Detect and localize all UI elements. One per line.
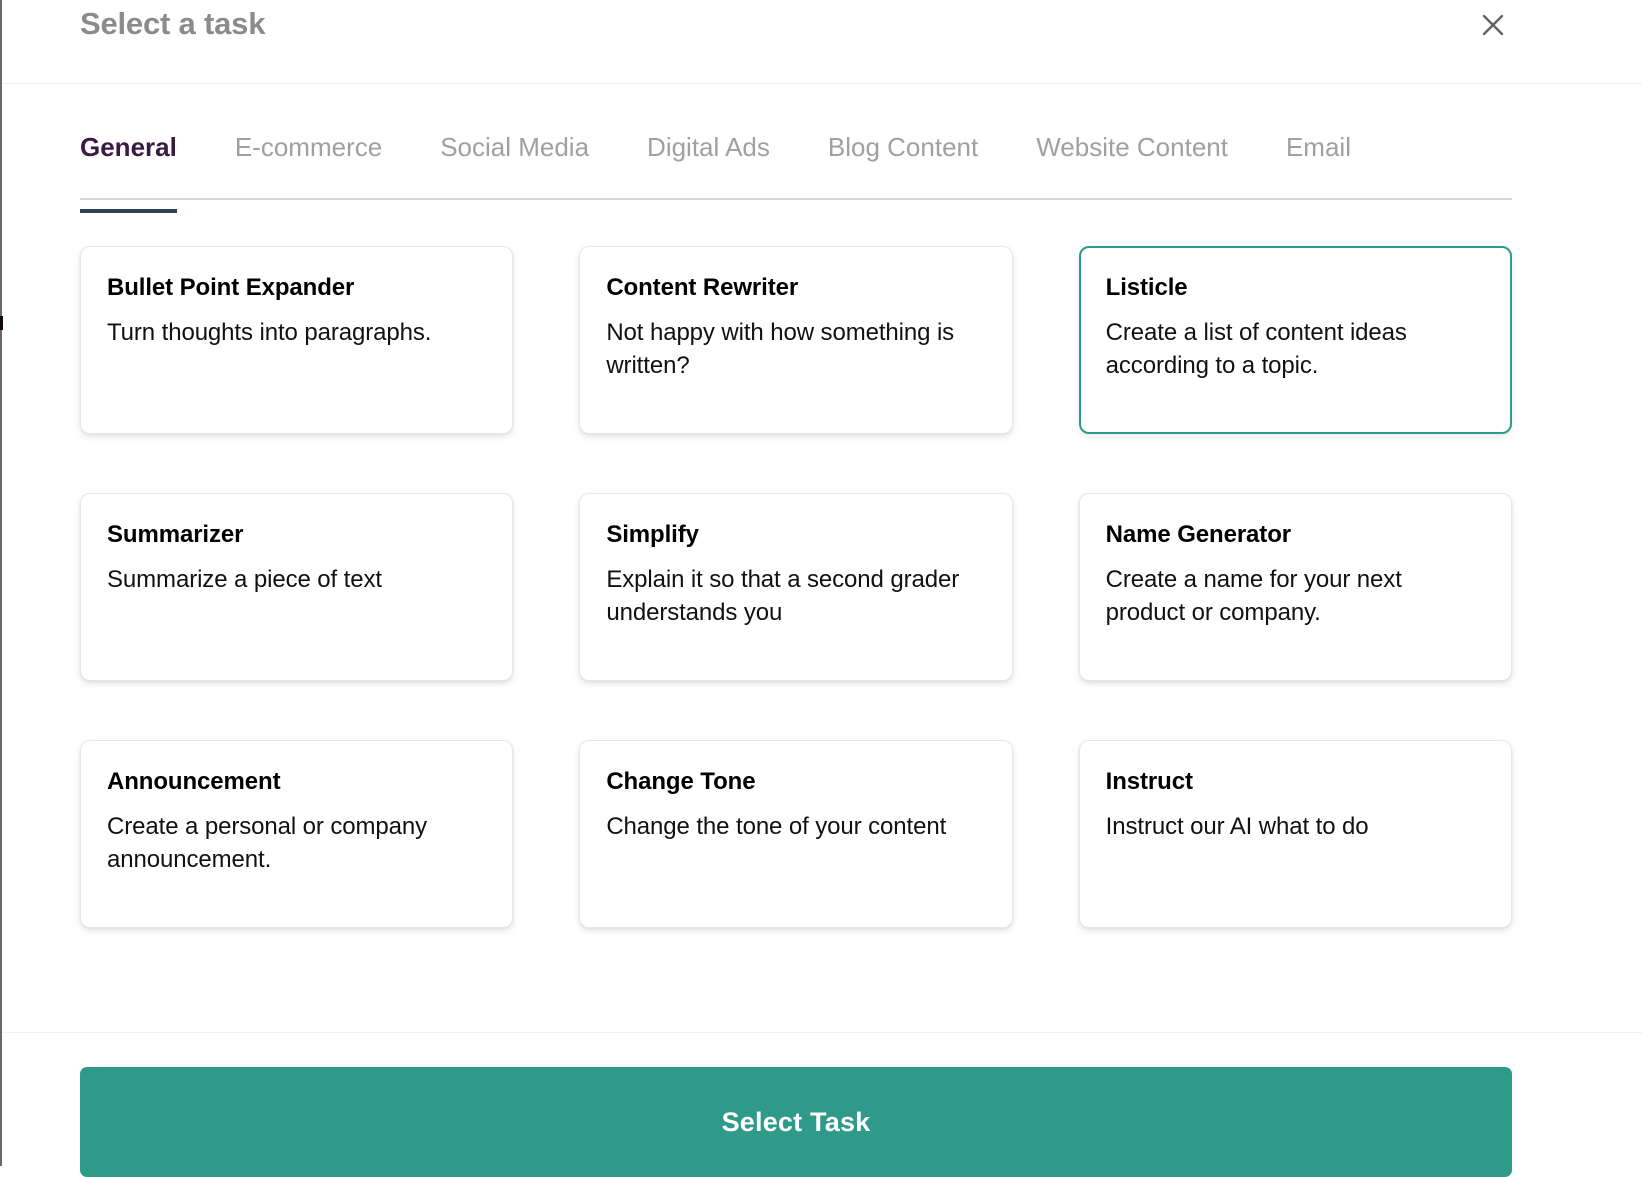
task-card[interactable]: Simplify Explain it so that a second grad… (579, 493, 1013, 681)
tab-e-commerce[interactable]: E-commerce (206, 131, 411, 163)
tab-social-media[interactable]: Social Media (411, 131, 618, 163)
task-card-description: Create a name for your next product or c… (1105, 566, 1402, 626)
task-card-grid: Bullet Point Expander Turn thoughts into … (80, 246, 1512, 928)
tab-blog-content[interactable]: Blog Content (799, 131, 1007, 163)
task-card[interactable]: Bullet Point Expander Turn thoughts into … (80, 246, 514, 434)
modal-footer: Select Task (0, 1032, 1642, 1177)
task-card[interactable]: Change Tone Change the tone of your conte… (579, 740, 1013, 928)
tab-website-content[interactable]: Website Content (1007, 131, 1257, 163)
tab-digital-ads[interactable]: Digital Ads (618, 131, 799, 163)
task-card-title: Instruct (1105, 768, 1193, 795)
task-card-title: Announcement (107, 768, 281, 795)
tab-list: General E-commerce Social Media Digital Ads… (0, 131, 1642, 213)
task-card-description: Create a list of content ideas according… (1105, 319, 1407, 379)
task-card-title: Content Rewriter (606, 274, 799, 301)
task-card-title: Bullet Point Expander (107, 274, 355, 301)
task-card-description: Change the tone of your content (606, 813, 947, 840)
task-card[interactable]: Instruct Instruct our AI what to do (1078, 740, 1512, 928)
left-edge-rail (0, 0, 2, 1166)
task-card-title: Change Tone (606, 768, 756, 795)
task-card-description: Not happy with how something is written? (606, 319, 955, 379)
tab-bar: General E-commerce Social Media Digital Ads… (0, 84, 1642, 213)
task-card[interactable]: Listicle Create a list of content ideas a… (1078, 246, 1512, 434)
task-card[interactable]: Summarizer Summarize a piece of text (80, 493, 514, 681)
task-grid-area: Bullet Point Expander Turn thoughts into … (0, 200, 1642, 1032)
task-card[interactable]: Content Rewriter Not happy with how somet… (579, 246, 1013, 434)
close-icon[interactable] (1476, 8, 1510, 42)
task-card-title: Name Generator (1105, 521, 1291, 548)
task-card-description: Create a personal or company announcemen… (107, 813, 428, 873)
modal-header: Select a task (0, 0, 1642, 84)
task-card[interactable]: Name Generator Create a name for your nex… (1078, 493, 1512, 681)
task-card-title: Listicle (1105, 274, 1188, 301)
tab-email[interactable]: Email (1257, 131, 1380, 163)
task-card-title: Simplify (606, 521, 699, 548)
task-card-title: Summarizer (107, 521, 244, 548)
task-card[interactable]: Announcement Create a personal or company… (80, 740, 514, 928)
task-card-description: Explain it so that a second grader under… (606, 566, 960, 626)
task-card-description: Turn thoughts into paragraphs. (107, 319, 432, 346)
tab-general[interactable]: General (80, 131, 206, 213)
text-caret (0, 316, 3, 330)
task-card-description: Summarize a piece of text (107, 566, 382, 593)
select-task-button[interactable]: Select Task (80, 1067, 1512, 1177)
select-task-modal: Select a task General E-commerce Social Me… (0, 0, 1642, 1177)
task-card-description: Instruct our AI what to do (1105, 813, 1369, 840)
page-title: Select a task (80, 6, 266, 41)
